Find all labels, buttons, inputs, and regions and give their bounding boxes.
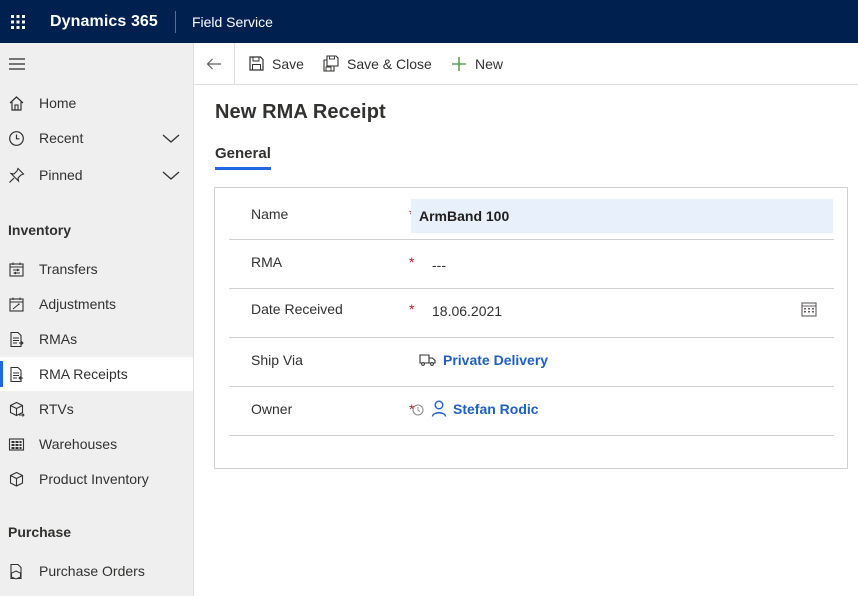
- truck-icon: [419, 354, 436, 366]
- sidebar-item-label: Adjustments: [39, 296, 117, 312]
- sidebar-item-label: RMA Receipts: [39, 366, 128, 382]
- save-close-icon: [323, 55, 339, 72]
- tab-general[interactable]: General: [215, 145, 271, 162]
- sidebar-item-warehouses[interactable]: Warehouses: [0, 427, 193, 461]
- tab-active-indicator: [215, 167, 271, 170]
- field-label-date-received: Date Received: [251, 301, 343, 317]
- warehouse-icon: [8, 438, 25, 451]
- sidebar-item-adjustments[interactable]: Adjustments: [0, 287, 193, 321]
- sidebar-item-label: Product Inventory: [39, 471, 149, 487]
- purchase-order-icon: [10, 563, 22, 580]
- hamburger-menu-icon[interactable]: [9, 58, 25, 70]
- sidebar-item-rma-receipts[interactable]: RMA Receipts: [0, 357, 193, 391]
- field-label-ship-via: Ship Via: [251, 352, 303, 368]
- plus-icon: [452, 56, 466, 71]
- save-button[interactable]: Save: [249, 43, 304, 84]
- sidebar-item-purchase-orders[interactable]: Purchase Orders: [0, 554, 193, 588]
- new-button[interactable]: New: [451, 43, 503, 84]
- sidebar-item-home[interactable]: Home: [0, 86, 193, 120]
- sidebar-item-recent[interactable]: Recent: [0, 121, 193, 155]
- sidebar-item-product-inventory[interactable]: Product Inventory: [0, 462, 193, 496]
- owner-lookup-link[interactable]: Stefan Rodic: [431, 400, 539, 417]
- arrow-left-icon: [206, 58, 221, 69]
- box-return-icon: [9, 401, 25, 417]
- module-title[interactable]: Field Service: [192, 14, 273, 30]
- chevron-down-icon[interactable]: [162, 132, 180, 144]
- clock-icon: [9, 131, 24, 146]
- app-launcher-button[interactable]: [0, 0, 36, 43]
- rma-lookup-field[interactable]: ---: [432, 257, 446, 273]
- sidebar: Home Recent Pinned Inventory Transfers A…: [0, 43, 194, 596]
- sidebar-item-label: RMAs: [39, 331, 78, 347]
- general-section-card: Name * RMA * --- Date Received * 18.06.2…: [214, 187, 848, 469]
- date-received-input[interactable]: 18.06.2021: [432, 303, 502, 319]
- section-header-inventory: Inventory: [8, 222, 72, 238]
- field-row-name: Name *: [229, 191, 834, 240]
- field-label-name: Name: [251, 206, 289, 222]
- sidebar-item-rtvs[interactable]: RTVs: [0, 392, 193, 426]
- sidebar-item-rmas[interactable]: RMAs: [0, 322, 193, 356]
- pin-icon: [9, 167, 25, 183]
- sidebar-item-label: Purchase Orders: [39, 563, 145, 579]
- back-button[interactable]: [194, 43, 235, 84]
- sidebar-item-label: Warehouses: [39, 436, 118, 452]
- save-label: Save: [272, 55, 304, 72]
- new-label: New: [475, 55, 504, 72]
- section-header-purchase: Purchase: [8, 524, 72, 540]
- calendar-icon[interactable]: [801, 301, 817, 317]
- app-title[interactable]: Dynamics 365: [50, 13, 158, 31]
- ship-via-lookup-link[interactable]: Private Delivery: [419, 352, 548, 368]
- document-icon: [10, 331, 24, 348]
- required-indicator: *: [409, 301, 415, 317]
- save-and-close-label: Save & Close: [347, 55, 432, 72]
- field-row-owner: Owner * Stefan Rodic: [229, 387, 834, 436]
- info-icon: [412, 404, 424, 416]
- home-icon: [9, 96, 24, 111]
- sidebar-item-transfers[interactable]: Transfers: [0, 252, 193, 286]
- sidebar-item-label: Recent: [39, 130, 84, 146]
- save-and-close-button[interactable]: Save & Close: [323, 43, 432, 84]
- sidebar-item-label: Pinned: [39, 167, 83, 183]
- field-label-owner: Owner: [251, 401, 293, 417]
- sidebar-item-label: Transfers: [39, 261, 98, 277]
- page-title: New RMA Receipt: [215, 101, 386, 123]
- ship-via-value: Private Delivery: [443, 352, 549, 368]
- sidebar-item-label: Home: [39, 95, 77, 111]
- name-input[interactable]: [411, 199, 833, 233]
- sidebar-item-pinned[interactable]: Pinned: [0, 158, 193, 192]
- waffle-icon: [11, 14, 25, 29]
- field-row-rma: RMA * ---: [229, 240, 834, 289]
- field-row-date-received: Date Received * 18.06.2021: [229, 289, 834, 338]
- field-label-rma: RMA: [251, 254, 283, 270]
- user-icon: [431, 400, 447, 417]
- chevron-down-icon[interactable]: [162, 169, 180, 181]
- adjustment-icon: [9, 297, 24, 312]
- transfer-icon: [9, 262, 24, 277]
- topbar-divider: [174, 10, 176, 33]
- save-icon: [249, 56, 264, 71]
- command-bar: Save Save & Close New: [194, 43, 858, 85]
- cube-icon: [9, 471, 24, 487]
- field-row-ship-via: Ship Via Private Delivery: [229, 338, 834, 387]
- sidebar-item-label: RTVs: [39, 401, 74, 417]
- top-bar: Dynamics 365 Field Service: [0, 0, 858, 43]
- required-indicator: *: [409, 254, 415, 270]
- receipt-icon: [10, 366, 23, 383]
- owner-value: Stefan Rodic: [453, 400, 539, 417]
